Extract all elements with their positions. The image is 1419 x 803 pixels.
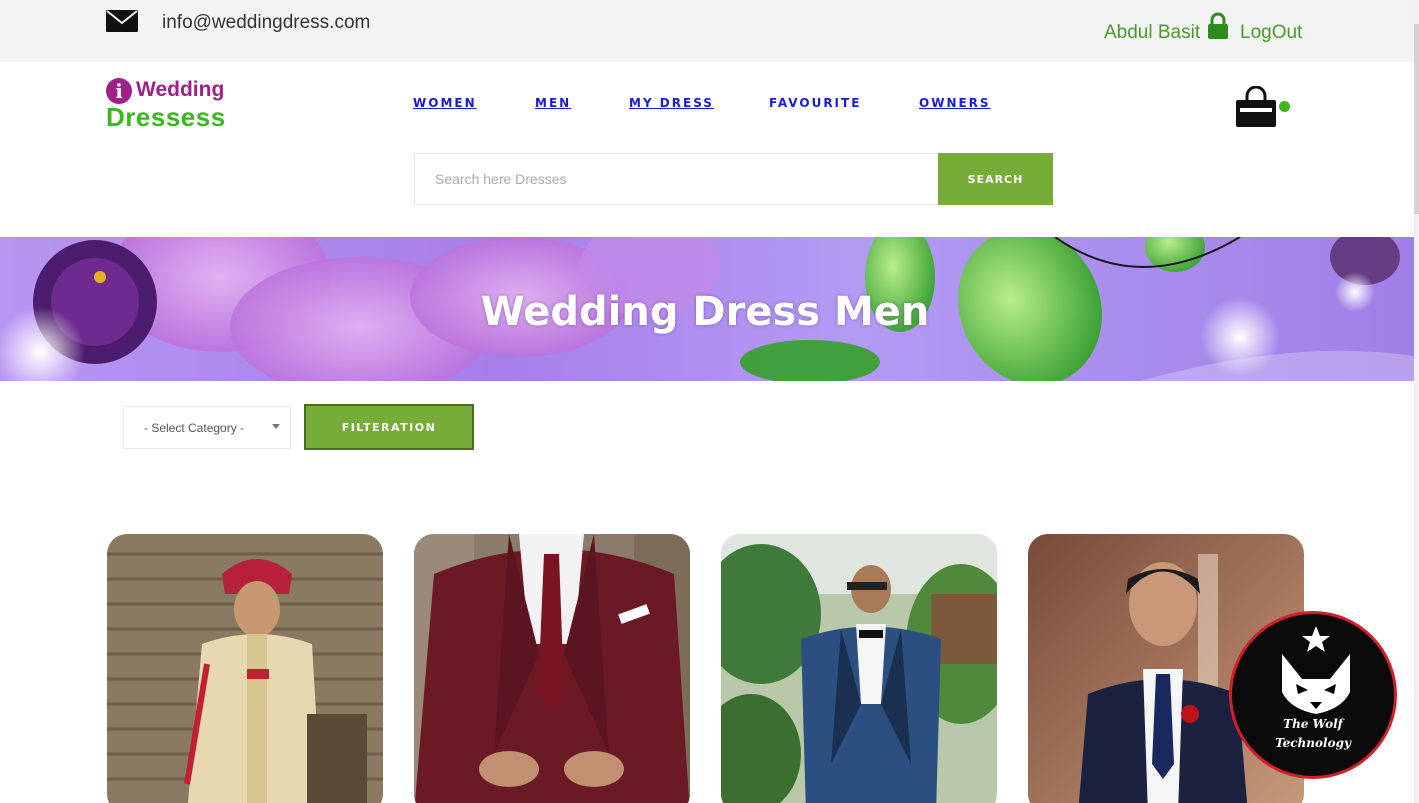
shopping-bag-icon[interactable] <box>1234 86 1278 128</box>
product-card-3[interactable] <box>721 534 997 803</box>
filter-button[interactable]: FILTERATION <box>304 404 474 450</box>
product-card-2[interactable] <box>414 534 690 803</box>
watermark-line-2: Technology <box>1275 736 1351 750</box>
product-card-1[interactable] <box>107 534 383 803</box>
search-button[interactable]: SEARCH <box>938 153 1053 205</box>
search-input[interactable] <box>414 153 938 205</box>
site-logo[interactable]: i Wedding Dressess <box>106 76 246 132</box>
nav-item-women[interactable]: WOMEN <box>413 96 477 110</box>
cart-badge <box>1279 101 1290 112</box>
logo-mark: i <box>106 78 132 104</box>
nav-item-owners[interactable]: OWNERS <box>919 96 991 110</box>
lock-icon <box>1208 12 1228 39</box>
nav-item-men[interactable]: MEN <box>535 96 571 110</box>
blue-tuxedo-photo <box>721 534 997 803</box>
wolf-icon <box>1282 626 1350 714</box>
nav-item-favourite[interactable]: FAVOURITE <box>769 96 861 110</box>
logout-link[interactable]: LogOut <box>1240 22 1302 44</box>
category-select[interactable]: - Select Category - <box>123 406 291 449</box>
mail-icon <box>106 10 138 32</box>
groom-sherwani-photo <box>107 534 383 803</box>
logo-text-top: Wedding <box>136 78 225 101</box>
page-title: Wedding Dress Men <box>480 289 930 335</box>
user-name: Abdul Basit <box>1104 22 1201 43</box>
top-bar: info@weddingdress.com Abdul Basit LogOut <box>0 0 1419 62</box>
contact-email: info@weddingdress.com <box>162 12 371 33</box>
nav-item-my-dress[interactable]: MY DRESS <box>629 96 714 110</box>
chevron-down-icon <box>272 424 280 429</box>
logo-text-bottom: Dressess <box>106 102 226 132</box>
maroon-suit-photo <box>414 534 690 803</box>
watermark-line-1: The Wolf <box>1283 717 1343 731</box>
page-banner: Wedding Dress Men <box>0 237 1419 381</box>
scrollbar-thumb[interactable] <box>1414 24 1419 214</box>
watermark-logo: The Wolf Technology <box>1229 611 1397 779</box>
